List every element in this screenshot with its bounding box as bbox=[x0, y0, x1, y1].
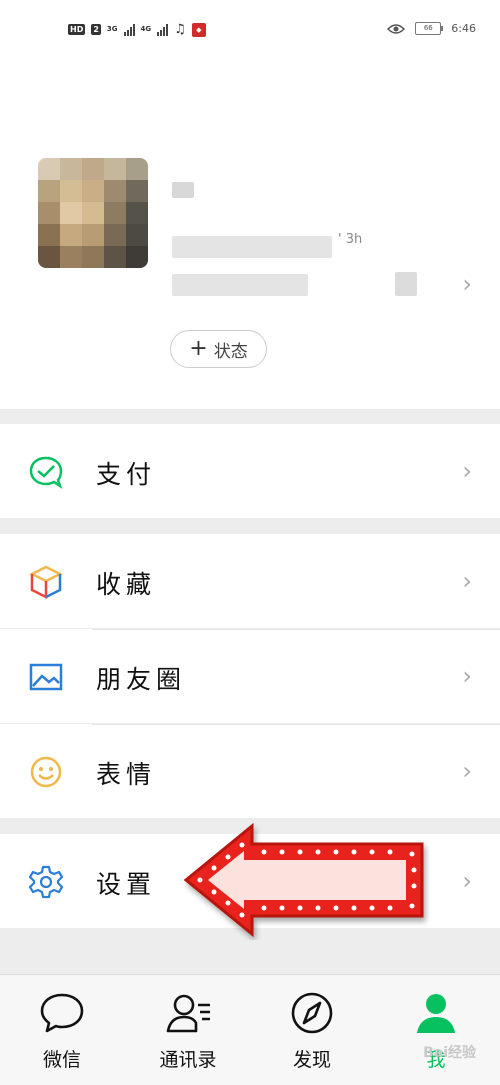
chat-bubble-icon bbox=[40, 993, 84, 1033]
highlight-arrow-icon bbox=[183, 822, 424, 938]
sim-badge: 2 bbox=[91, 24, 101, 35]
menu-label-stickers: 表情 bbox=[96, 760, 157, 789]
clock: 6:46 bbox=[451, 22, 476, 35]
status-right: 66 6:46 bbox=[387, 22, 476, 35]
sticker-smiley-icon bbox=[30, 756, 62, 788]
chevron-right-icon: › bbox=[462, 662, 472, 690]
favorites-cube-icon bbox=[29, 565, 63, 600]
tab-label-chats: 微信 bbox=[42, 1049, 81, 1071]
network-4g-label: 4G bbox=[140, 25, 152, 33]
tab-discover[interactable]: 发现 bbox=[262, 975, 362, 1085]
nickname-blurred bbox=[172, 182, 194, 198]
plus-icon: + bbox=[189, 336, 208, 361]
hd-badge: HD bbox=[68, 24, 86, 35]
app-notification-icon: ◆ bbox=[191, 22, 206, 37]
compass-icon bbox=[291, 992, 333, 1034]
menu-label-settings: 设置 bbox=[96, 870, 157, 899]
menu-label-moments: 朋友圈 bbox=[96, 665, 187, 694]
person-icon bbox=[417, 994, 455, 1033]
signal-3g-icon bbox=[123, 23, 135, 36]
menu-item-favorites[interactable]: 收藏 › bbox=[0, 534, 500, 628]
tab-label-discover: 发现 bbox=[292, 1049, 331, 1071]
status-left: HD 2 3G 4G ♫ ◆ bbox=[68, 22, 206, 37]
menu-item-stickers[interactable]: 表情 › bbox=[0, 724, 500, 818]
chevron-right-icon: › bbox=[462, 457, 472, 485]
bottom-tab-bar: 微信 通讯录 发现 我 bbox=[0, 974, 500, 1085]
eye-icon bbox=[387, 23, 406, 34]
qr-code-blurred[interactable] bbox=[395, 272, 417, 296]
tab-label-contacts: 通讯录 bbox=[159, 1049, 217, 1071]
chevron-right-icon: › bbox=[462, 567, 472, 595]
notification-bell-icon: ♫ bbox=[174, 22, 186, 37]
status-bar: HD 2 3G 4G ♫ ◆ 66 6:46 bbox=[0, 0, 500, 64]
menu-item-moments[interactable]: 朋友圈 › bbox=[0, 629, 500, 723]
divider bbox=[92, 724, 500, 725]
add-status-button[interactable]: + 状态 bbox=[170, 330, 267, 368]
region-blurred bbox=[172, 274, 308, 296]
chevron-right-icon: › bbox=[462, 757, 472, 785]
contacts-icon bbox=[166, 994, 210, 1033]
status-button-label: 状态 bbox=[213, 341, 248, 362]
network-3g-label: 3G bbox=[106, 25, 118, 33]
profile-chevron-right-icon: › bbox=[462, 270, 472, 298]
chevron-right-icon: › bbox=[462, 867, 472, 895]
wechat-id-fragment: ' 3h bbox=[338, 232, 363, 247]
tab-contacts[interactable]: 通讯录 bbox=[138, 975, 238, 1085]
settings-gear-icon bbox=[28, 865, 64, 899]
menu-label-pay: 支付 bbox=[96, 460, 157, 489]
tab-me[interactable]: 我 bbox=[386, 975, 486, 1085]
pay-icon bbox=[29, 456, 63, 490]
signal-4g-icon bbox=[157, 23, 169, 36]
wechat-id-blurred bbox=[172, 236, 332, 258]
profile-card[interactable]: ' 3h › + 状态 bbox=[0, 64, 500, 409]
avatar[interactable] bbox=[38, 158, 148, 268]
tab-chats[interactable]: 微信 bbox=[12, 975, 112, 1085]
divider bbox=[92, 629, 500, 630]
battery-icon: 66 bbox=[415, 22, 444, 35]
watermark: Bai经验 bbox=[423, 1045, 476, 1061]
menu-item-pay[interactable]: 支付 › bbox=[0, 424, 500, 518]
menu-label-favorites: 收藏 bbox=[96, 570, 157, 599]
moments-picture-icon bbox=[29, 663, 63, 691]
